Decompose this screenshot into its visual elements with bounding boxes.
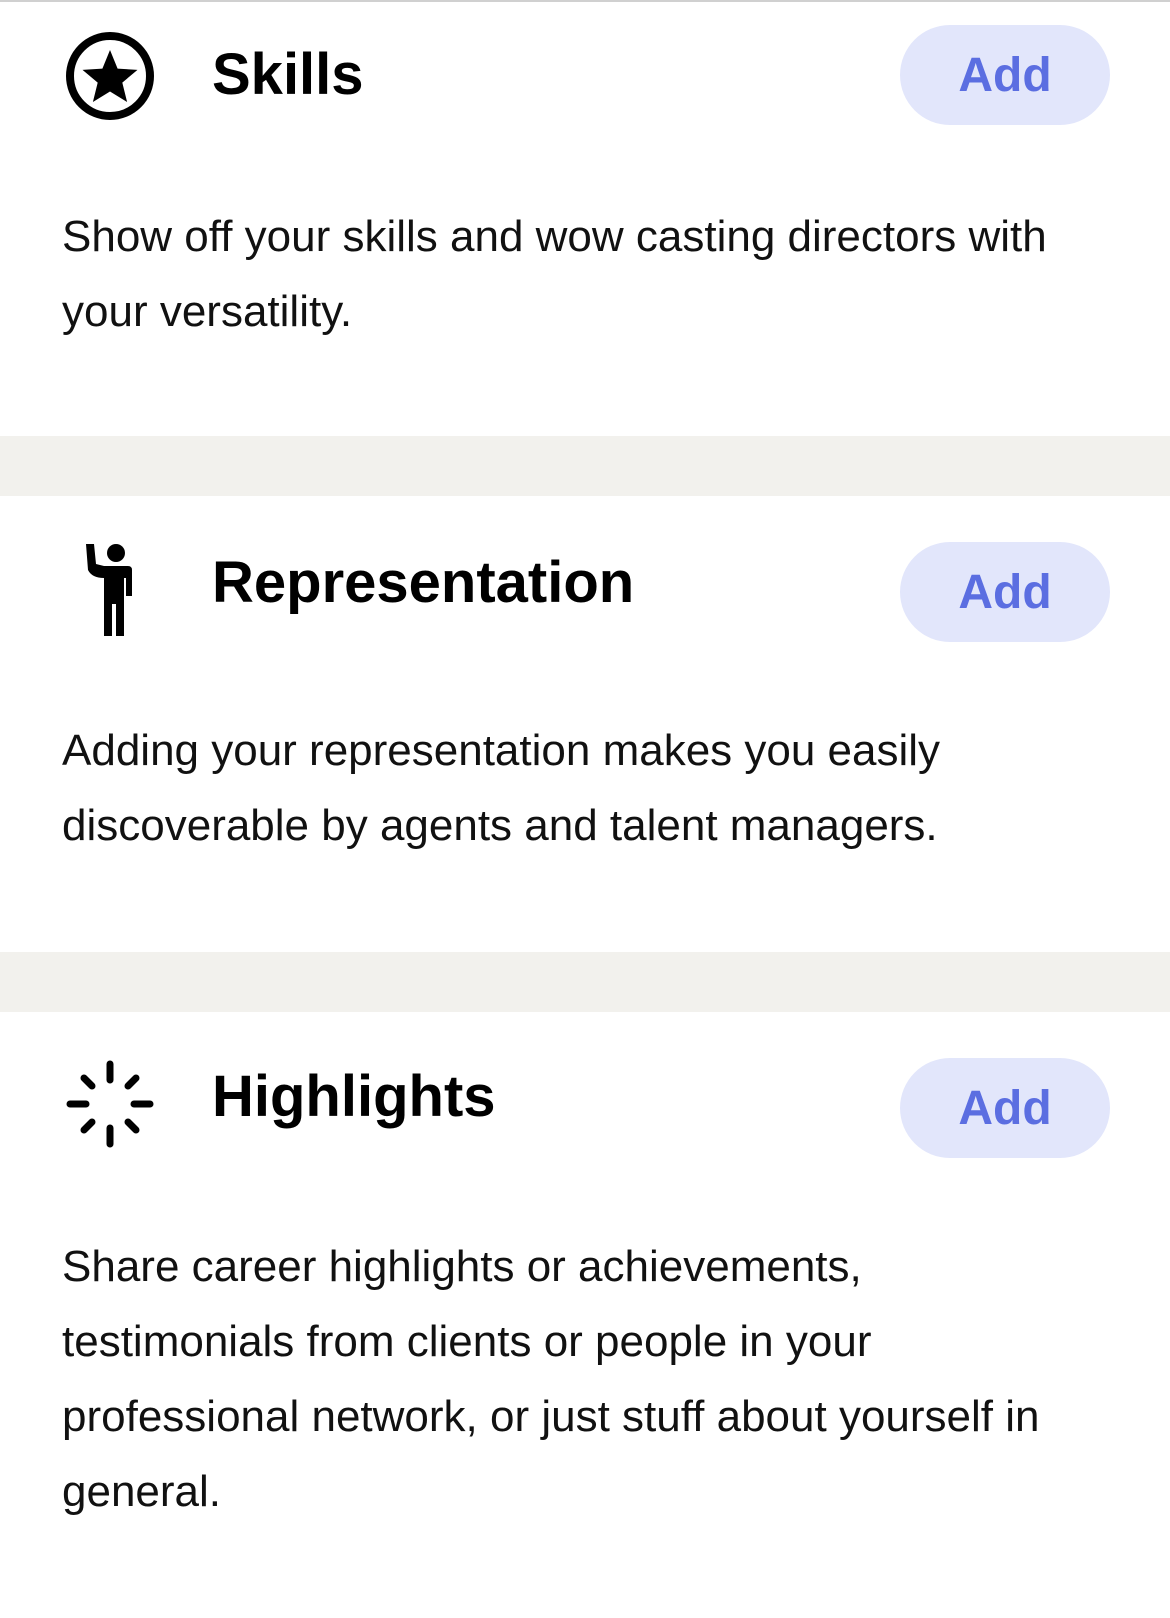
sparkle-burst-icon [62,1056,158,1152]
section-description: Adding your representation makes you eas… [62,726,941,850]
add-skills-button[interactable]: Add [900,25,1110,125]
highlights-section: Highlights Add Share career highlights o… [0,1012,1170,1618]
section-title: Representation [212,550,635,615]
add-representation-button[interactable]: Add [900,542,1110,642]
section-title: Highlights [212,1064,496,1129]
representation-section: Representation Add Adding your represent… [0,496,1170,952]
section-title: Skills [212,42,364,107]
section-description: Share career highlights or achievements,… [62,1242,1040,1516]
person-raising-hand-icon [62,542,158,638]
add-highlights-button[interactable]: Add [900,1058,1110,1158]
skills-section: Skills Add Show off your skills and wow … [0,2,1170,436]
section-description: Show off your skills and wow casting dir… [62,212,1047,336]
star-circle-icon [62,28,158,124]
section-divider [0,436,1170,496]
section-divider [0,952,1170,1012]
